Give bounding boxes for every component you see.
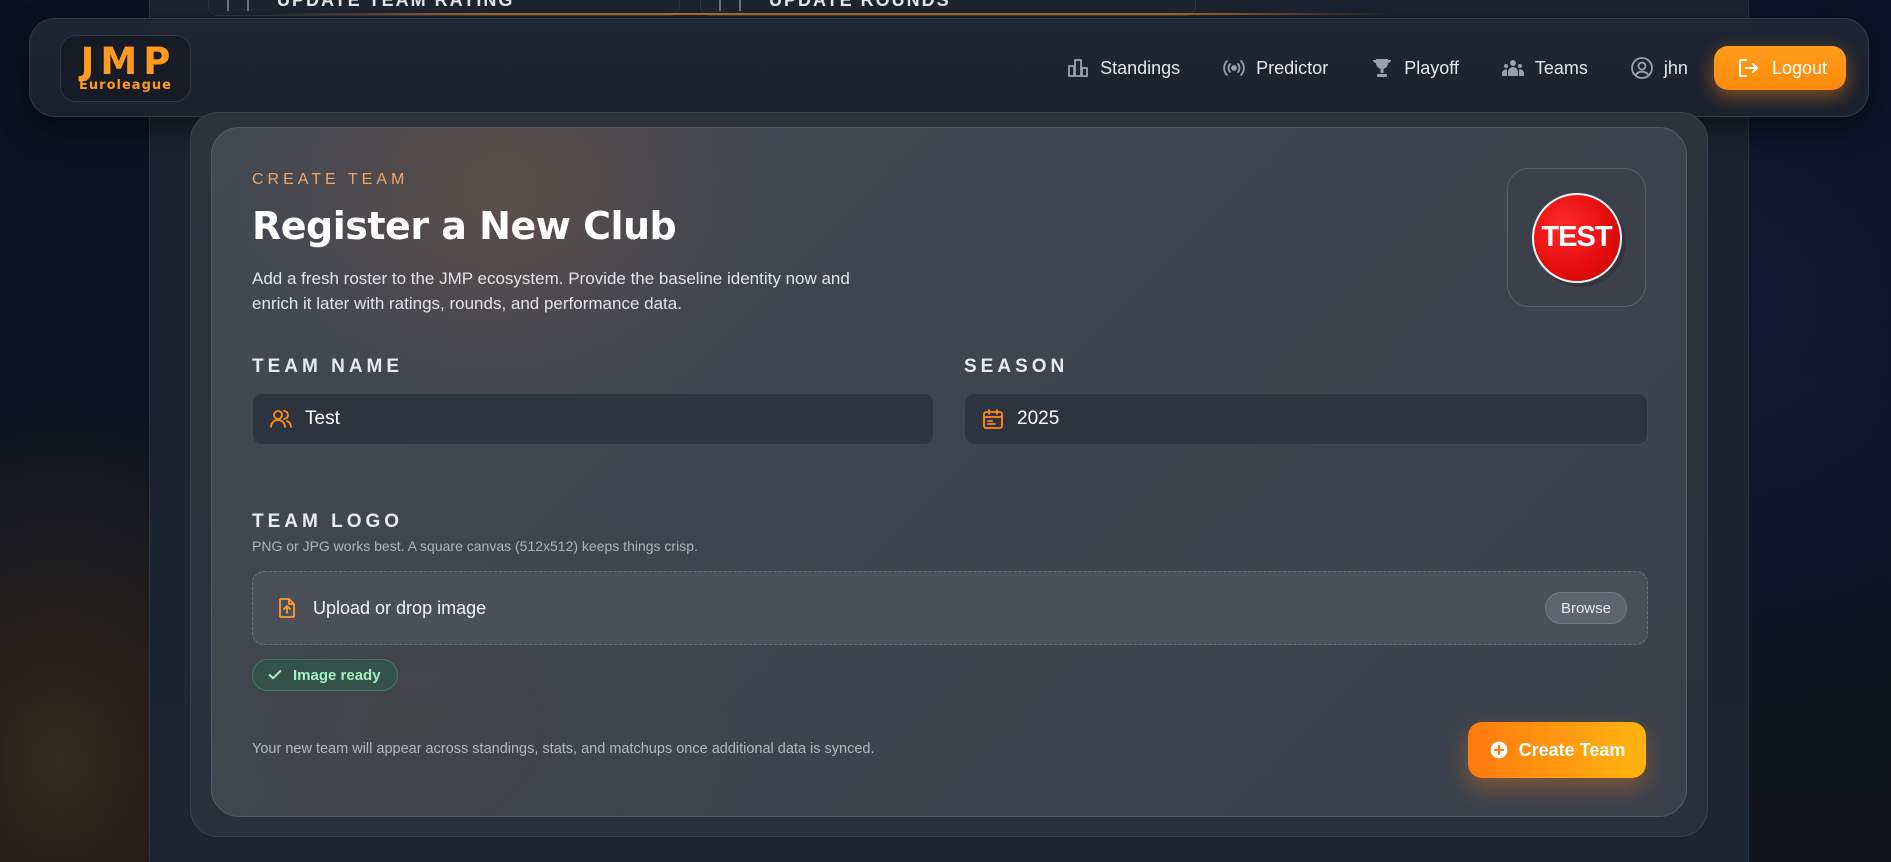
update-rounds-label: UPDATE ROUNDS [769,0,951,10]
bar-chart-icon [227,0,249,11]
team-logo-hint: PNG or JPG works best. A square canvas (… [252,538,698,554]
create-team-button[interactable]: Create Team [1468,722,1646,778]
nav-label-playoff: Playoff [1404,57,1459,78]
logo-preview: TEST [1507,168,1646,307]
team-logo-label: TEAM LOGO [252,511,404,532]
image-ready-badge: Image ready [252,659,398,691]
nav-label-user: jhn [1663,57,1688,78]
nav-label-standings: Standings [1100,57,1181,78]
building-icon [1068,59,1088,77]
trophy-icon [1373,59,1392,77]
nav-label-teams: Teams [1534,57,1588,78]
create-team-form: CREATE TEAM Register a New Club Add a fr… [211,127,1687,817]
dropzone-label: Upload or drop image [313,597,487,618]
calendar-icon [719,0,741,11]
team-name-input[interactable] [305,408,905,430]
logout-button[interactable]: Logout [1713,46,1846,90]
users-icon [270,410,292,428]
nav-item-teams[interactable]: Teams [1501,56,1588,80]
team-logo-image: TEST [1531,192,1622,283]
team-logo-text: TEST [1541,221,1612,253]
check-icon [268,670,282,680]
accent-line [270,13,1390,15]
footer-note: Your new team will appear across standin… [252,741,875,757]
nav-menu: Standings Predictor Playoff Teams jhn Lo… [1024,45,1846,91]
page-description: Add a fresh roster to the JMP ecosystem.… [252,269,850,313]
file-upload-icon [279,598,295,618]
season-field[interactable] [964,393,1648,445]
calendar-icon [983,409,1003,429]
broadcast-icon [1223,60,1245,76]
eyebrow-label: CREATE TEAM [252,171,409,188]
page-title: Register a New Club [252,204,677,248]
logo-dropzone[interactable]: Upload or drop image Browse [252,571,1648,645]
plus-circle-icon [1490,741,1507,759]
logout-icon [1738,59,1758,77]
create-team-label: Create Team [1518,739,1626,760]
user-circle-icon [1631,57,1653,79]
season-label: SEASON [964,356,1069,377]
image-ready-label: Image ready [293,666,381,684]
browse-button[interactable]: Browse [1544,592,1627,624]
team-name-label: TEAM NAME [252,356,404,377]
team-name-field[interactable] [252,393,934,445]
nav-item-predictor[interactable]: Predictor [1222,56,1328,80]
navbar: JMP Euroleague Standings Predictor Playo… [29,18,1869,117]
people-icon [1501,60,1524,76]
nav-label-predictor: Predictor [1256,57,1329,78]
logout-label: Logout [1771,57,1827,78]
logo-sub-text: Euroleague [79,77,172,93]
nav-item-standings[interactable]: Standings [1066,56,1180,80]
season-input[interactable] [1017,408,1617,430]
logo-main-text: JMP [80,39,177,83]
nav-item-playoff[interactable]: Playoff [1370,56,1459,80]
update-team-rating-label: UPDATE TEAM RATING [277,0,515,10]
brand-logo[interactable]: JMP Euroleague [60,35,191,102]
nav-item-user[interactable]: jhn [1630,56,1688,80]
